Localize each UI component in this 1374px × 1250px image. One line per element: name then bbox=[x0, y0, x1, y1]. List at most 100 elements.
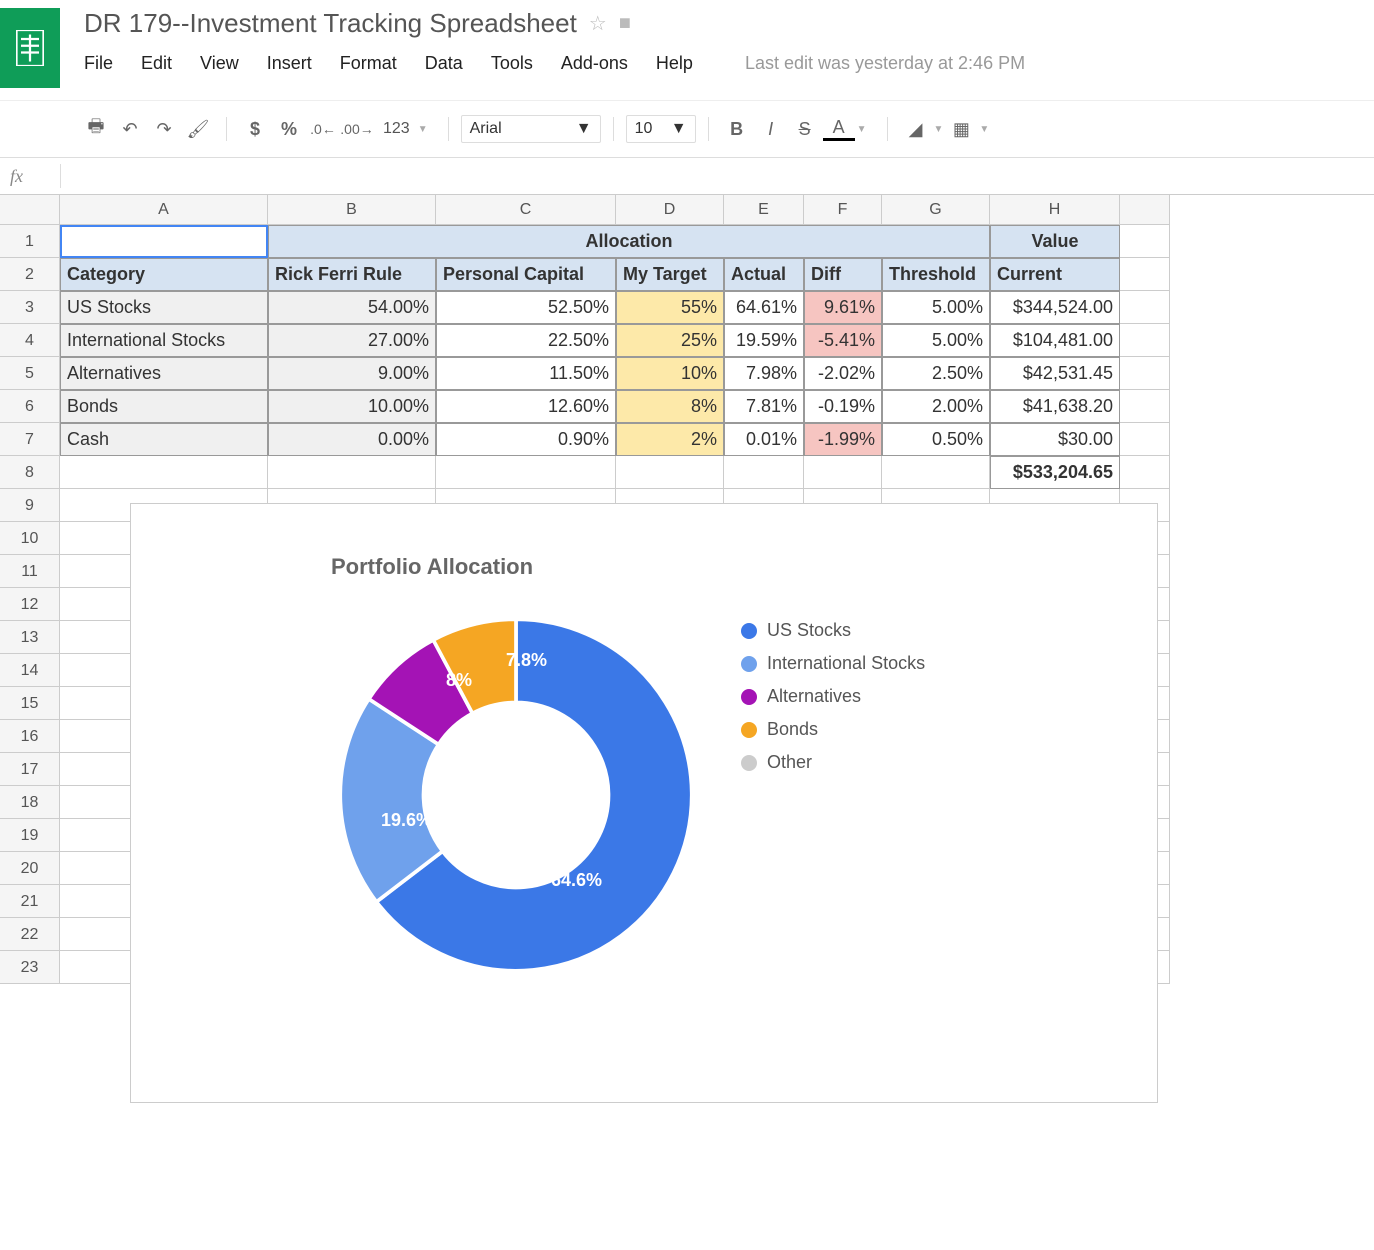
cell-category[interactable]: Alternatives bbox=[60, 357, 268, 390]
menu-data[interactable]: Data bbox=[425, 53, 463, 74]
cell-rick-ferri[interactable]: 9.00% bbox=[268, 357, 436, 390]
cell-my-target[interactable]: 55% bbox=[616, 291, 724, 324]
cell[interactable] bbox=[60, 456, 268, 489]
cell-total[interactable]: $533,204.65 bbox=[990, 456, 1120, 489]
row-header[interactable]: 18 bbox=[0, 786, 60, 819]
cell-current[interactable]: $41,638.20 bbox=[990, 390, 1120, 423]
cell-category[interactable]: US Stocks bbox=[60, 291, 268, 324]
cell-my-target[interactable]: 25% bbox=[616, 324, 724, 357]
cell-diff[interactable]: -0.19% bbox=[804, 390, 882, 423]
cell-my-target[interactable]: 10% bbox=[616, 357, 724, 390]
cell-rick-ferri[interactable]: 0.00% bbox=[268, 423, 436, 456]
header-category[interactable]: Category bbox=[60, 258, 268, 291]
active-cell[interactable] bbox=[60, 225, 268, 258]
col-header[interactable]: G bbox=[882, 195, 990, 225]
cell-category[interactable]: Bonds bbox=[60, 390, 268, 423]
cell[interactable] bbox=[882, 456, 990, 489]
row-header[interactable]: 2 bbox=[0, 258, 60, 291]
cell-threshold[interactable]: 2.50% bbox=[882, 357, 990, 390]
row-header[interactable]: 11 bbox=[0, 555, 60, 588]
currency-icon[interactable]: $ bbox=[239, 113, 271, 145]
cell-diff[interactable]: -5.41% bbox=[804, 324, 882, 357]
row-header[interactable]: 6 bbox=[0, 390, 60, 423]
cell[interactable] bbox=[1120, 258, 1170, 291]
strikethrough-icon[interactable]: S bbox=[789, 113, 821, 145]
header-personal-capital[interactable]: Personal Capital bbox=[436, 258, 616, 291]
row-header[interactable]: 23 bbox=[0, 951, 60, 984]
row-header[interactable]: 4 bbox=[0, 324, 60, 357]
cell-actual[interactable]: 0.01% bbox=[724, 423, 804, 456]
cell-current[interactable]: $42,531.45 bbox=[990, 357, 1120, 390]
cell-current[interactable]: $344,524.00 bbox=[990, 291, 1120, 324]
row-header[interactable]: 7 bbox=[0, 423, 60, 456]
cell-actual[interactable]: 7.98% bbox=[724, 357, 804, 390]
cell-diff[interactable]: -2.02% bbox=[804, 357, 882, 390]
undo-icon[interactable]: ↶ bbox=[114, 113, 146, 145]
font-select[interactable]: Arial▼ bbox=[461, 115, 601, 143]
cell-rick-ferri[interactable]: 10.00% bbox=[268, 390, 436, 423]
header-actual[interactable]: Actual bbox=[724, 258, 804, 291]
cell[interactable] bbox=[724, 456, 804, 489]
row-header[interactable]: 19 bbox=[0, 819, 60, 852]
cell-threshold[interactable]: 2.00% bbox=[882, 390, 990, 423]
row-header[interactable]: 5 bbox=[0, 357, 60, 390]
cell-threshold[interactable]: 5.00% bbox=[882, 291, 990, 324]
col-header[interactable]: H bbox=[990, 195, 1120, 225]
cell-actual[interactable]: 19.59% bbox=[724, 324, 804, 357]
cell-actual[interactable]: 7.81% bbox=[724, 390, 804, 423]
menu-format[interactable]: Format bbox=[340, 53, 397, 74]
row-header[interactable]: 16 bbox=[0, 720, 60, 753]
italic-icon[interactable]: I bbox=[755, 113, 787, 145]
row-header[interactable]: 8 bbox=[0, 456, 60, 489]
cell-actual[interactable]: 64.61% bbox=[724, 291, 804, 324]
row-header[interactable]: 17 bbox=[0, 753, 60, 786]
row-header[interactable]: 21 bbox=[0, 885, 60, 918]
app-logo-icon[interactable] bbox=[0, 8, 60, 88]
cell[interactable] bbox=[268, 456, 436, 489]
cell-my-target[interactable]: 8% bbox=[616, 390, 724, 423]
print-icon[interactable]: 🖶 bbox=[80, 113, 112, 145]
row-header[interactable]: 12 bbox=[0, 588, 60, 621]
header-value[interactable]: Value bbox=[990, 225, 1120, 258]
bold-icon[interactable]: B bbox=[721, 113, 753, 145]
select-all-corner[interactable] bbox=[0, 195, 60, 225]
header-my-target[interactable]: My Target bbox=[616, 258, 724, 291]
cell[interactable] bbox=[436, 456, 616, 489]
menu-insert[interactable]: Insert bbox=[267, 53, 312, 74]
col-header[interactable]: D bbox=[616, 195, 724, 225]
menu-tools[interactable]: Tools bbox=[491, 53, 533, 74]
cell[interactable] bbox=[1120, 357, 1170, 390]
cell-diff[interactable]: 9.61% bbox=[804, 291, 882, 324]
col-header[interactable]: E bbox=[724, 195, 804, 225]
fill-color-icon[interactable]: ◢ bbox=[900, 113, 932, 145]
header-allocation[interactable]: Allocation bbox=[268, 225, 990, 258]
percent-icon[interactable]: % bbox=[273, 113, 305, 145]
col-header[interactable] bbox=[1120, 195, 1170, 225]
cell-threshold[interactable]: 5.00% bbox=[882, 324, 990, 357]
cell-current[interactable]: $30.00 bbox=[990, 423, 1120, 456]
cell-category[interactable]: Cash bbox=[60, 423, 268, 456]
row-header[interactable]: 20 bbox=[0, 852, 60, 885]
cell[interactable] bbox=[616, 456, 724, 489]
star-icon[interactable]: ☆ bbox=[589, 11, 607, 36]
cell-current[interactable]: $104,481.00 bbox=[990, 324, 1120, 357]
cell[interactable] bbox=[804, 456, 882, 489]
cell[interactable] bbox=[1120, 324, 1170, 357]
chart-portfolio-allocation[interactable]: Portfolio Allocation64.6%19.6%8%7.8%US S… bbox=[130, 503, 1158, 1103]
folder-icon[interactable]: ■ bbox=[619, 12, 631, 35]
cell-personal-capital[interactable]: 12.60% bbox=[436, 390, 616, 423]
row-header[interactable]: 22 bbox=[0, 918, 60, 951]
redo-icon[interactable]: ↷ bbox=[148, 113, 180, 145]
menu-file[interactable]: File bbox=[84, 53, 113, 74]
format-select[interactable]: 123 ▼ bbox=[375, 120, 436, 138]
cell-personal-capital[interactable]: 0.90% bbox=[436, 423, 616, 456]
cell-my-target[interactable]: 2% bbox=[616, 423, 724, 456]
font-size-select[interactable]: 10▼ bbox=[626, 115, 696, 143]
menu-add-ons[interactable]: Add-ons bbox=[561, 53, 628, 74]
col-header[interactable]: B bbox=[268, 195, 436, 225]
header-rick-ferri-rule[interactable]: Rick Ferri Rule bbox=[268, 258, 436, 291]
cell-personal-capital[interactable]: 22.50% bbox=[436, 324, 616, 357]
document-title[interactable]: DR 179--Investment Tracking Spreadsheet bbox=[84, 8, 577, 39]
cell-threshold[interactable]: 0.50% bbox=[882, 423, 990, 456]
row-header[interactable]: 10 bbox=[0, 522, 60, 555]
